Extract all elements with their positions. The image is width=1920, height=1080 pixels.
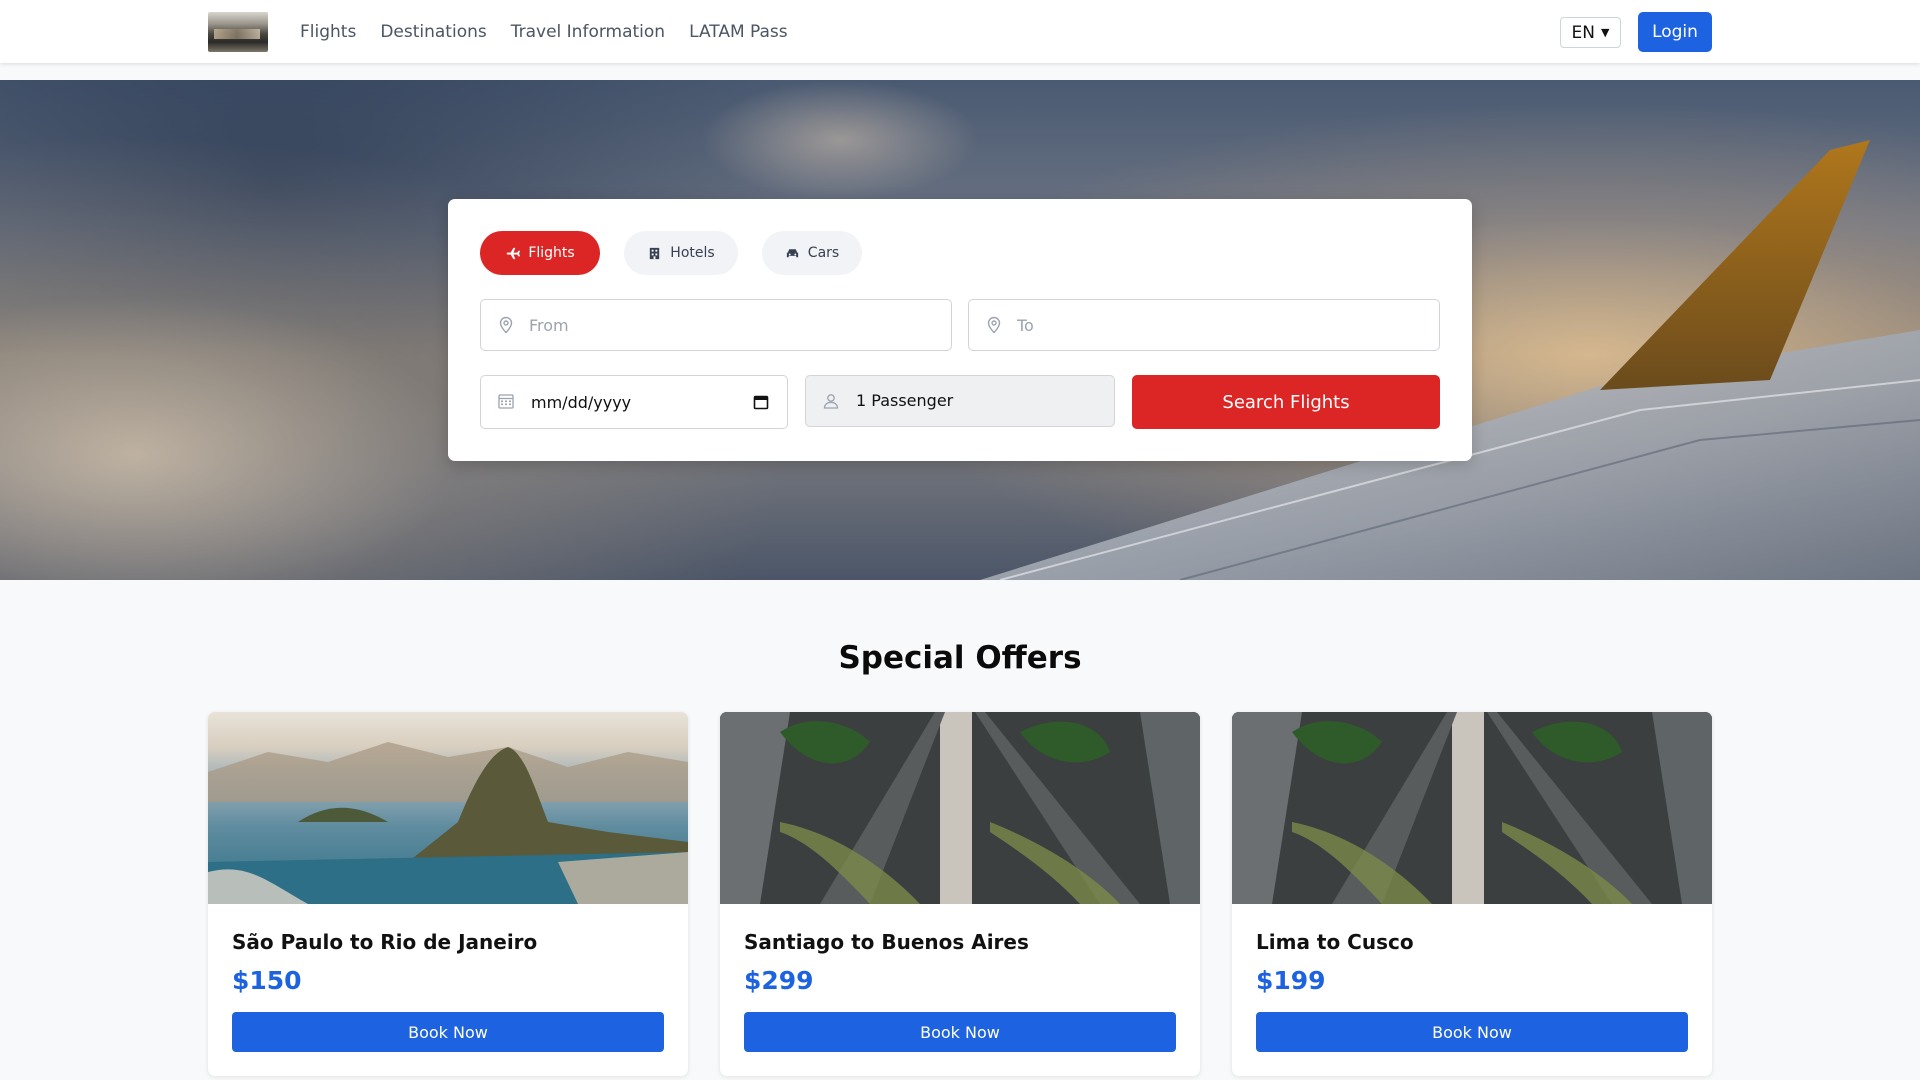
book-now-button[interactable]: Book Now: [1256, 1012, 1688, 1052]
calendar-icon[interactable]: [753, 394, 769, 410]
user-icon: [823, 394, 839, 409]
plane-icon: [507, 247, 521, 259]
rio-landscape-illustration: [208, 742, 688, 904]
offer-card: São Paulo to Rio de Janeiro $150 Book No…: [208, 712, 688, 1076]
offer-image-rio: [208, 712, 688, 904]
city-avenue-illustration: [720, 712, 1200, 904]
tab-cars[interactable]: Cars: [762, 231, 862, 275]
date-input[interactable]: mm/dd/yyyy: [480, 375, 788, 429]
offer-price: $299: [744, 966, 814, 995]
book-now-button[interactable]: Book Now: [744, 1012, 1176, 1052]
map-pin-icon: [499, 316, 513, 334]
tab-hotels[interactable]: Hotels: [624, 231, 738, 275]
tab-cars-label: Cars: [807, 245, 840, 261]
nav-link-flights[interactable]: Flights: [300, 22, 356, 42]
brand-logo[interactable]: [208, 12, 268, 52]
nav-link-travel-information[interactable]: Travel Information: [511, 22, 665, 42]
car-icon: [786, 248, 798, 257]
tab-flights-label: Flights: [528, 245, 575, 261]
offer-image-city: [1232, 712, 1712, 904]
language-select[interactable]: EN ▼: [1560, 17, 1621, 48]
passenger-select[interactable]: 1 Passenger: [805, 375, 1115, 427]
to-field: [968, 299, 1440, 351]
offer-image-city: [720, 712, 1200, 904]
hero-banner: Flights Hotels Cars mm/dd/yyyy 1 Passeng…: [0, 80, 1920, 580]
building-icon: [650, 247, 660, 259]
login-button[interactable]: Login: [1638, 12, 1712, 52]
offer-route: Lima to Cusco: [1256, 930, 1414, 954]
special-offers-heading: Special Offers: [838, 640, 1082, 676]
offer-price: $150: [232, 966, 302, 995]
offer-route: Santiago to Buenos Aires: [744, 930, 1029, 954]
tab-hotels-label: Hotels: [670, 245, 715, 261]
passenger-value: 1 Passenger: [856, 391, 954, 410]
offer-route: São Paulo to Rio de Janeiro: [232, 930, 538, 954]
nav-link-destinations[interactable]: Destinations: [380, 22, 486, 42]
nav-link-latam-pass[interactable]: LATAM Pass: [689, 22, 788, 42]
to-input[interactable]: [1017, 300, 1427, 350]
offer-card: Santiago to Buenos Aires $299 Book Now: [720, 712, 1200, 1076]
calendar-grid-icon: [498, 394, 514, 409]
from-input[interactable]: [529, 300, 939, 350]
book-now-button[interactable]: Book Now: [232, 1012, 664, 1052]
language-value: EN: [1571, 22, 1595, 43]
city-avenue-illustration: [1232, 712, 1712, 904]
search-card: Flights Hotels Cars mm/dd/yyyy 1 Passeng…: [448, 199, 1472, 461]
offer-card: Lima to Cusco $199 Book Now: [1232, 712, 1712, 1076]
chevron-down-icon: ▼: [1601, 26, 1610, 39]
tab-flights[interactable]: Flights: [480, 231, 600, 275]
from-field: [480, 299, 952, 351]
offer-price: $199: [1256, 966, 1326, 995]
top-navbar: Flights Destinations Travel Information …: [0, 0, 1920, 63]
search-flights-button[interactable]: Search Flights: [1132, 375, 1440, 429]
main-nav: Flights Destinations Travel Information …: [300, 0, 788, 63]
map-pin-icon: [987, 316, 1001, 334]
date-placeholder: mm/dd/yyyy: [531, 393, 632, 412]
